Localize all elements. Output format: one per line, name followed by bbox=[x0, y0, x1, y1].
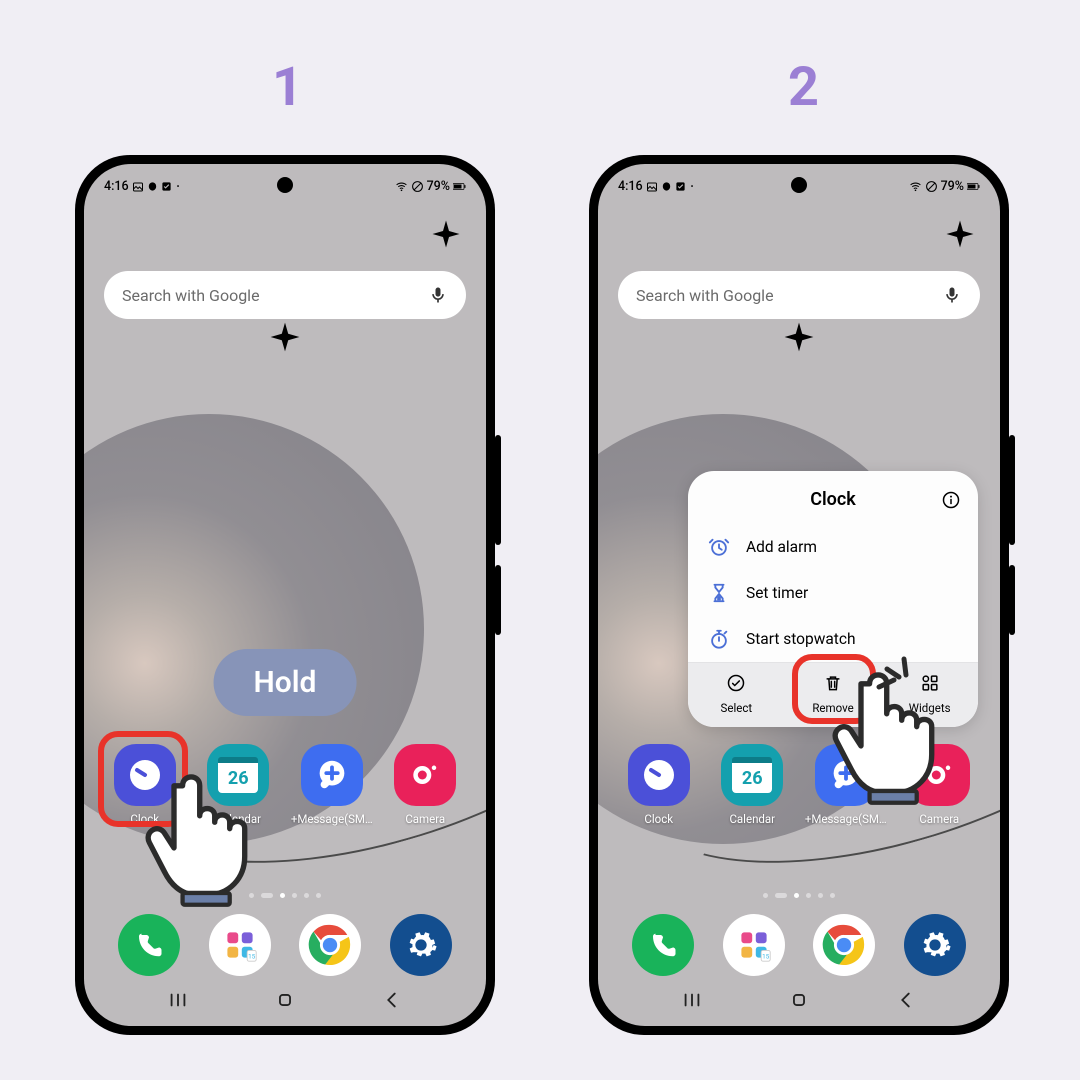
gear-icon bbox=[918, 928, 952, 962]
battery-percent: 79% bbox=[427, 179, 450, 194]
apps-icon: 15 bbox=[222, 927, 258, 963]
search-placeholder: Search with Google bbox=[636, 286, 774, 305]
pointer-hand-icon bbox=[139, 759, 269, 909]
hourglass-icon bbox=[708, 582, 730, 604]
nav-home[interactable] bbox=[274, 989, 296, 1011]
phone-mockup-1: 4:16 • 79% Search with Google bbox=[75, 155, 495, 1035]
nav-back[interactable] bbox=[381, 989, 403, 1011]
popup-item-add-alarm[interactable]: Add alarm bbox=[688, 524, 978, 570]
pointer-hand-icon bbox=[826, 657, 956, 811]
check-icon bbox=[675, 181, 686, 192]
action-label: Select bbox=[688, 701, 785, 715]
dock-phone[interactable] bbox=[632, 914, 694, 976]
sparkle-icon bbox=[431, 219, 461, 249]
camera-icon bbox=[407, 757, 443, 793]
screen-1: 4:16 • 79% Search with Google bbox=[84, 164, 486, 1026]
more-dot: • bbox=[177, 182, 180, 191]
no-internet-icon bbox=[411, 180, 424, 193]
nav-home[interactable] bbox=[788, 989, 810, 1011]
info-icon[interactable] bbox=[942, 491, 960, 509]
sparkle-icon bbox=[269, 321, 301, 353]
status-time: 4:16 bbox=[104, 179, 129, 194]
phone-icon bbox=[648, 930, 678, 960]
dock-settings[interactable] bbox=[390, 914, 452, 976]
more-dot: • bbox=[691, 182, 694, 191]
check-circle-icon bbox=[726, 673, 746, 693]
battery-percent: 79% bbox=[941, 179, 964, 194]
popup-item-label: Start stopwatch bbox=[746, 630, 856, 648]
popup-item-label: Set timer bbox=[746, 584, 808, 602]
phone-icon bbox=[134, 930, 164, 960]
mic-icon[interactable] bbox=[942, 285, 962, 305]
screen-2: 4:16 • 79% Search with Google bbox=[598, 164, 1000, 1026]
leaf-icon bbox=[147, 181, 158, 192]
check-icon bbox=[161, 181, 172, 192]
nav-bar bbox=[84, 984, 486, 1016]
app-clock[interactable]: Clock bbox=[618, 744, 700, 826]
no-internet-icon bbox=[925, 180, 938, 193]
camera-hole bbox=[277, 177, 293, 193]
dock-phone[interactable] bbox=[118, 914, 180, 976]
calendar-day: 26 bbox=[732, 763, 772, 793]
image-icon bbox=[132, 181, 144, 193]
chrome-icon bbox=[307, 922, 353, 968]
step-number-1: 1 bbox=[272, 56, 303, 119]
popup-action-select[interactable]: Select bbox=[688, 663, 785, 727]
wifi-icon bbox=[395, 180, 408, 193]
popup-item-label: Add alarm bbox=[746, 538, 817, 556]
app-label: +Message(SM… bbox=[805, 812, 887, 826]
nav-back[interactable] bbox=[895, 989, 917, 1011]
phone-mockup-2: 4:16 • 79% Search with Google bbox=[589, 155, 1009, 1035]
leaf-icon bbox=[661, 181, 672, 192]
popup-item-set-timer[interactable]: Set timer bbox=[688, 570, 978, 616]
clock-icon bbox=[639, 755, 679, 795]
app-label: +Message(SM… bbox=[291, 812, 373, 826]
apps-icon: 15 bbox=[736, 927, 772, 963]
nav-recents[interactable] bbox=[167, 989, 189, 1011]
sparkle-icon bbox=[945, 219, 975, 249]
battery-icon bbox=[453, 180, 466, 193]
search-placeholder: Search with Google bbox=[122, 286, 260, 305]
tap-lines-icon bbox=[874, 655, 924, 700]
dock-chrome[interactable] bbox=[299, 914, 361, 976]
chrome-icon bbox=[821, 922, 867, 968]
app-label: Clock bbox=[618, 812, 700, 826]
app-message[interactable]: +Message(SM… bbox=[291, 744, 373, 826]
mic-icon[interactable] bbox=[428, 285, 448, 305]
camera-hole bbox=[791, 177, 807, 193]
nav-bar bbox=[598, 984, 1000, 1016]
hold-tooltip: Hold bbox=[214, 649, 357, 716]
battery-icon bbox=[967, 180, 980, 193]
app-camera[interactable]: Camera bbox=[384, 744, 466, 826]
dock-settings[interactable] bbox=[904, 914, 966, 976]
step-number-2: 2 bbox=[788, 56, 819, 119]
app-label: Calendar bbox=[711, 812, 793, 826]
svg-text:15: 15 bbox=[248, 953, 256, 961]
alarm-icon bbox=[708, 536, 730, 558]
nav-recents[interactable] bbox=[681, 989, 703, 1011]
app-label: Camera bbox=[384, 812, 466, 826]
gear-icon bbox=[404, 928, 438, 962]
wifi-icon bbox=[909, 180, 922, 193]
image-icon bbox=[646, 181, 658, 193]
status-time: 4:16 bbox=[618, 179, 643, 194]
google-search-bar[interactable]: Search with Google bbox=[104, 271, 466, 319]
popup-title: Clock bbox=[724, 489, 942, 510]
app-calendar[interactable]: 26 Calendar bbox=[711, 744, 793, 826]
page-indicator[interactable] bbox=[598, 893, 1000, 898]
dock: 15 bbox=[84, 914, 486, 976]
svg-text:15: 15 bbox=[762, 953, 770, 961]
message-icon bbox=[313, 756, 351, 794]
stopwatch-icon bbox=[708, 628, 730, 650]
app-label: Camera bbox=[898, 812, 980, 826]
dock-chrome[interactable] bbox=[813, 914, 875, 976]
google-search-bar[interactable]: Search with Google bbox=[618, 271, 980, 319]
dock: 15 bbox=[598, 914, 1000, 976]
dock-apps[interactable]: 15 bbox=[723, 914, 785, 976]
dock-apps[interactable]: 15 bbox=[209, 914, 271, 976]
sparkle-icon bbox=[783, 321, 815, 353]
